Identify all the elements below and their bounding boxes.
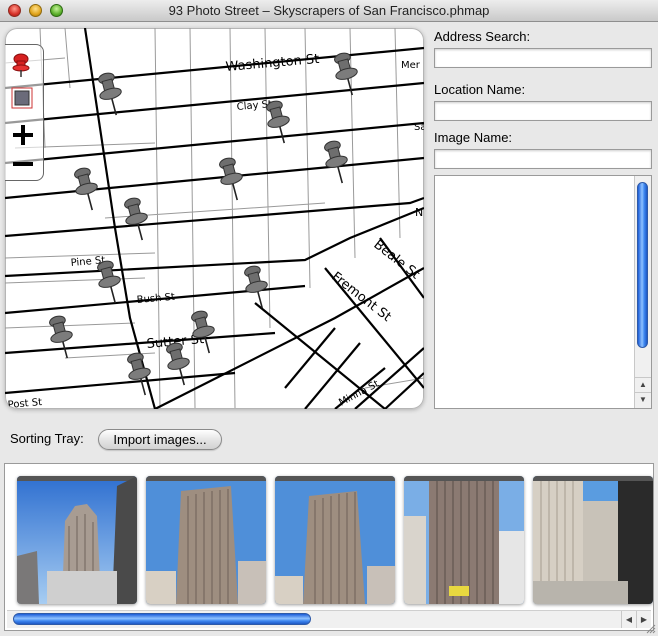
map-pin-icon[interactable] (120, 196, 152, 243)
map-pin-icon[interactable] (215, 156, 247, 203)
map-pin-icon[interactable] (45, 314, 77, 361)
street-label: Beale St (371, 237, 423, 282)
street-label: N (415, 206, 423, 219)
location-name-input[interactable] (434, 101, 652, 121)
resize-grip-icon[interactable] (644, 622, 656, 634)
scroll-left-arrow-icon[interactable]: ◀ (621, 611, 636, 628)
photo-thumbnail-3[interactable] (275, 476, 395, 604)
address-search-input[interactable] (434, 48, 652, 68)
notes-textarea[interactable]: ▲ ▼ (434, 175, 652, 409)
street-label: Post St (7, 397, 42, 409)
address-search-label: Address Search: (434, 29, 531, 44)
map-pin-icon[interactable] (320, 139, 352, 186)
sorting-tray-label: Sorting Tray: (10, 431, 84, 446)
add-pin-icon[interactable] (11, 51, 31, 77)
zoom-out-icon[interactable] (11, 153, 35, 175)
vertical-scrollbar[interactable]: ▲ ▼ (634, 176, 651, 408)
location-name-label: Location Name: (434, 82, 526, 97)
street-map[interactable]: Washington St Clay St Pine St Bush St Su… (5, 28, 424, 409)
title-bar[interactable]: 93 Photo Street – Skyscrapers of San Fra… (0, 0, 658, 22)
zoom-in-icon[interactable] (11, 123, 35, 147)
photo-frame-icon[interactable] (11, 87, 33, 109)
photo-thumbnail-4[interactable] (404, 476, 524, 604)
horizontal-scrollbar[interactable]: ◀ ▶ (7, 610, 651, 628)
image-name-input[interactable] (434, 149, 652, 169)
street-label: Sa (414, 122, 424, 133)
import-images-button[interactable]: Import images... (98, 429, 222, 450)
scroll-up-arrow-icon[interactable]: ▲ (635, 377, 651, 392)
street-label: Mer (401, 60, 421, 71)
window-title: 93 Photo Street – Skyscrapers of San Fra… (168, 3, 490, 18)
photo-thumbnail-5[interactable] (533, 476, 653, 604)
photo-thumbnail-1[interactable] (17, 476, 137, 604)
photo-thumbnail-2[interactable] (146, 476, 266, 604)
vertical-scroll-thumb[interactable] (637, 182, 648, 348)
map-toolbar (5, 44, 44, 181)
image-name-label: Image Name: (434, 130, 513, 145)
street-label: Bush St (136, 292, 175, 306)
sorting-tray[interactable]: ◀ ▶ (4, 463, 654, 631)
scroll-down-arrow-icon[interactable]: ▼ (635, 392, 651, 407)
horizontal-scroll-thumb[interactable] (13, 613, 311, 625)
